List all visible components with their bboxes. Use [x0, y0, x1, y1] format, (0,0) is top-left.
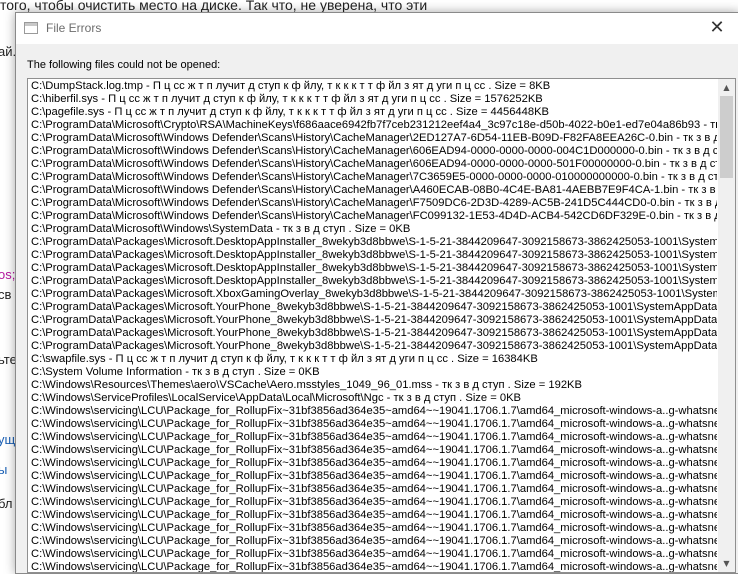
- file-list-item[interactable]: C:\ProgramData\Microsoft\Windows Defende…: [31, 210, 717, 223]
- file-list-item[interactable]: C:\hiberfil.sys - П ц сс ж т п лучит д с…: [31, 93, 717, 106]
- background-fragment: ьте: [0, 352, 16, 367]
- file-list-item[interactable]: C:\ProgramData\Microsoft\Windows Defende…: [31, 197, 717, 210]
- file-list-item[interactable]: C:\swapfile.sys - П ц сс ж т п лучит д с…: [31, 353, 717, 366]
- close-button[interactable]: ✕: [695, 13, 738, 44]
- file-list-item[interactable]: C:\DumpStack.log.tmp - П ц сс ж т п лучи…: [31, 80, 717, 93]
- file-list-item[interactable]: C:\Windows\servicing\LCU\Package_for_Rol…: [31, 418, 717, 431]
- scroll-thumb[interactable]: [720, 96, 733, 178]
- error-message: The following files could not be opened:: [27, 59, 221, 71]
- scroll-down-arrow-icon[interactable]: ▼: [718, 555, 735, 572]
- file-list-item[interactable]: C:\Windows\servicing\LCU\Package_for_Rol…: [31, 561, 717, 572]
- file-list-item[interactable]: C:\ProgramData\Packages\Microsoft.Deskto…: [31, 236, 717, 249]
- file-list-item[interactable]: C:\ProgramData\Microsoft\Windows\SystemD…: [31, 223, 717, 236]
- file-list-item[interactable]: C:\Windows\servicing\LCU\Package_for_Rol…: [31, 405, 717, 418]
- file-list-item[interactable]: C:\Windows\servicing\LCU\Package_for_Rol…: [31, 431, 717, 444]
- window-app-icon: [24, 22, 38, 34]
- file-list-item[interactable]: C:\ProgramData\Packages\Microsoft.Deskto…: [31, 249, 717, 262]
- file-list-item[interactable]: C:\System Volume Information - тк з в д …: [31, 366, 717, 379]
- file-list: C:\DumpStack.log.tmp - П ц сс ж т п лучи…: [31, 80, 717, 572]
- background-fragment: ы: [0, 462, 8, 477]
- file-list-item[interactable]: C:\ProgramData\Microsoft\Windows Defende…: [31, 132, 717, 145]
- file-list-item[interactable]: C:\Windows\servicing\LCU\Package_for_Rol…: [31, 444, 717, 457]
- file-list-item[interactable]: C:\Windows\ServiceProfiles\LocalService\…: [31, 392, 717, 405]
- file-list-item[interactable]: C:\ProgramData\Microsoft\Windows Defende…: [31, 171, 717, 184]
- title-bar[interactable]: File Errors ✕: [16, 13, 738, 44]
- file-list-item[interactable]: C:\Windows\servicing\LCU\Package_for_Rol…: [31, 522, 717, 535]
- file-list-item[interactable]: C:\Windows\servicing\LCU\Package_for_Rol…: [31, 509, 717, 522]
- background-fragment: ай.: [0, 44, 16, 59]
- file-list-box[interactable]: C:\DumpStack.log.tmp - П ц сс ж т п лучи…: [27, 78, 736, 573]
- file-list-item[interactable]: C:\pagefile.sys - П ц сс ж т п лучит д с…: [31, 106, 717, 119]
- file-list-item[interactable]: C:\ProgramData\Microsoft\Windows Defende…: [31, 158, 717, 171]
- file-list-item[interactable]: C:\ProgramData\Microsoft\Windows Defende…: [31, 145, 717, 158]
- file-list-item[interactable]: C:\ProgramData\Packages\Microsoft.YourPh…: [31, 301, 717, 314]
- background-fragment: ущ: [0, 432, 16, 447]
- file-list-item[interactable]: C:\Windows\Resources\Themes\aero\VSCache…: [31, 379, 717, 392]
- file-list-item[interactable]: C:\ProgramData\Packages\Microsoft.Deskto…: [31, 262, 717, 275]
- background-fragment: os;: [0, 267, 16, 282]
- file-list-item[interactable]: C:\ProgramData\Packages\Microsoft.YourPh…: [31, 314, 717, 327]
- background-fragment: св: [0, 287, 12, 302]
- file-list-item[interactable]: C:\Windows\servicing\LCU\Package_for_Rol…: [31, 535, 717, 548]
- background-fragment: бл: [0, 496, 13, 511]
- file-list-item[interactable]: C:\Windows\servicing\LCU\Package_for_Rol…: [31, 457, 717, 470]
- dialog-title: File Errors: [46, 21, 102, 35]
- file-list-item[interactable]: C:\Windows\servicing\LCU\Package_for_Rol…: [31, 496, 717, 509]
- vertical-scrollbar[interactable]: ▲ ▼: [718, 79, 735, 572]
- file-list-item[interactable]: C:\Windows\servicing\LCU\Package_for_Rol…: [31, 483, 717, 496]
- file-list-item[interactable]: C:\ProgramData\Packages\Microsoft.YourPh…: [31, 340, 717, 353]
- file-list-item[interactable]: C:\ProgramData\Microsoft\Crypto\RSA\Mach…: [31, 119, 717, 132]
- file-errors-dialog: File Errors ✕ The following files could …: [15, 12, 738, 574]
- file-list-item[interactable]: C:\ProgramData\Packages\Microsoft.YourPh…: [31, 327, 717, 340]
- file-list-item[interactable]: C:\ProgramData\Packages\Microsoft.XboxGa…: [31, 288, 717, 301]
- file-list-item[interactable]: C:\ProgramData\Microsoft\Windows Defende…: [31, 184, 717, 197]
- file-list-item[interactable]: C:\Windows\servicing\LCU\Package_for_Rol…: [31, 470, 717, 483]
- file-list-item[interactable]: C:\Windows\servicing\LCU\Package_for_Rol…: [31, 548, 717, 561]
- scroll-up-arrow-icon[interactable]: ▲: [718, 79, 735, 96]
- file-list-item[interactable]: C:\ProgramData\Packages\Microsoft.Deskto…: [31, 275, 717, 288]
